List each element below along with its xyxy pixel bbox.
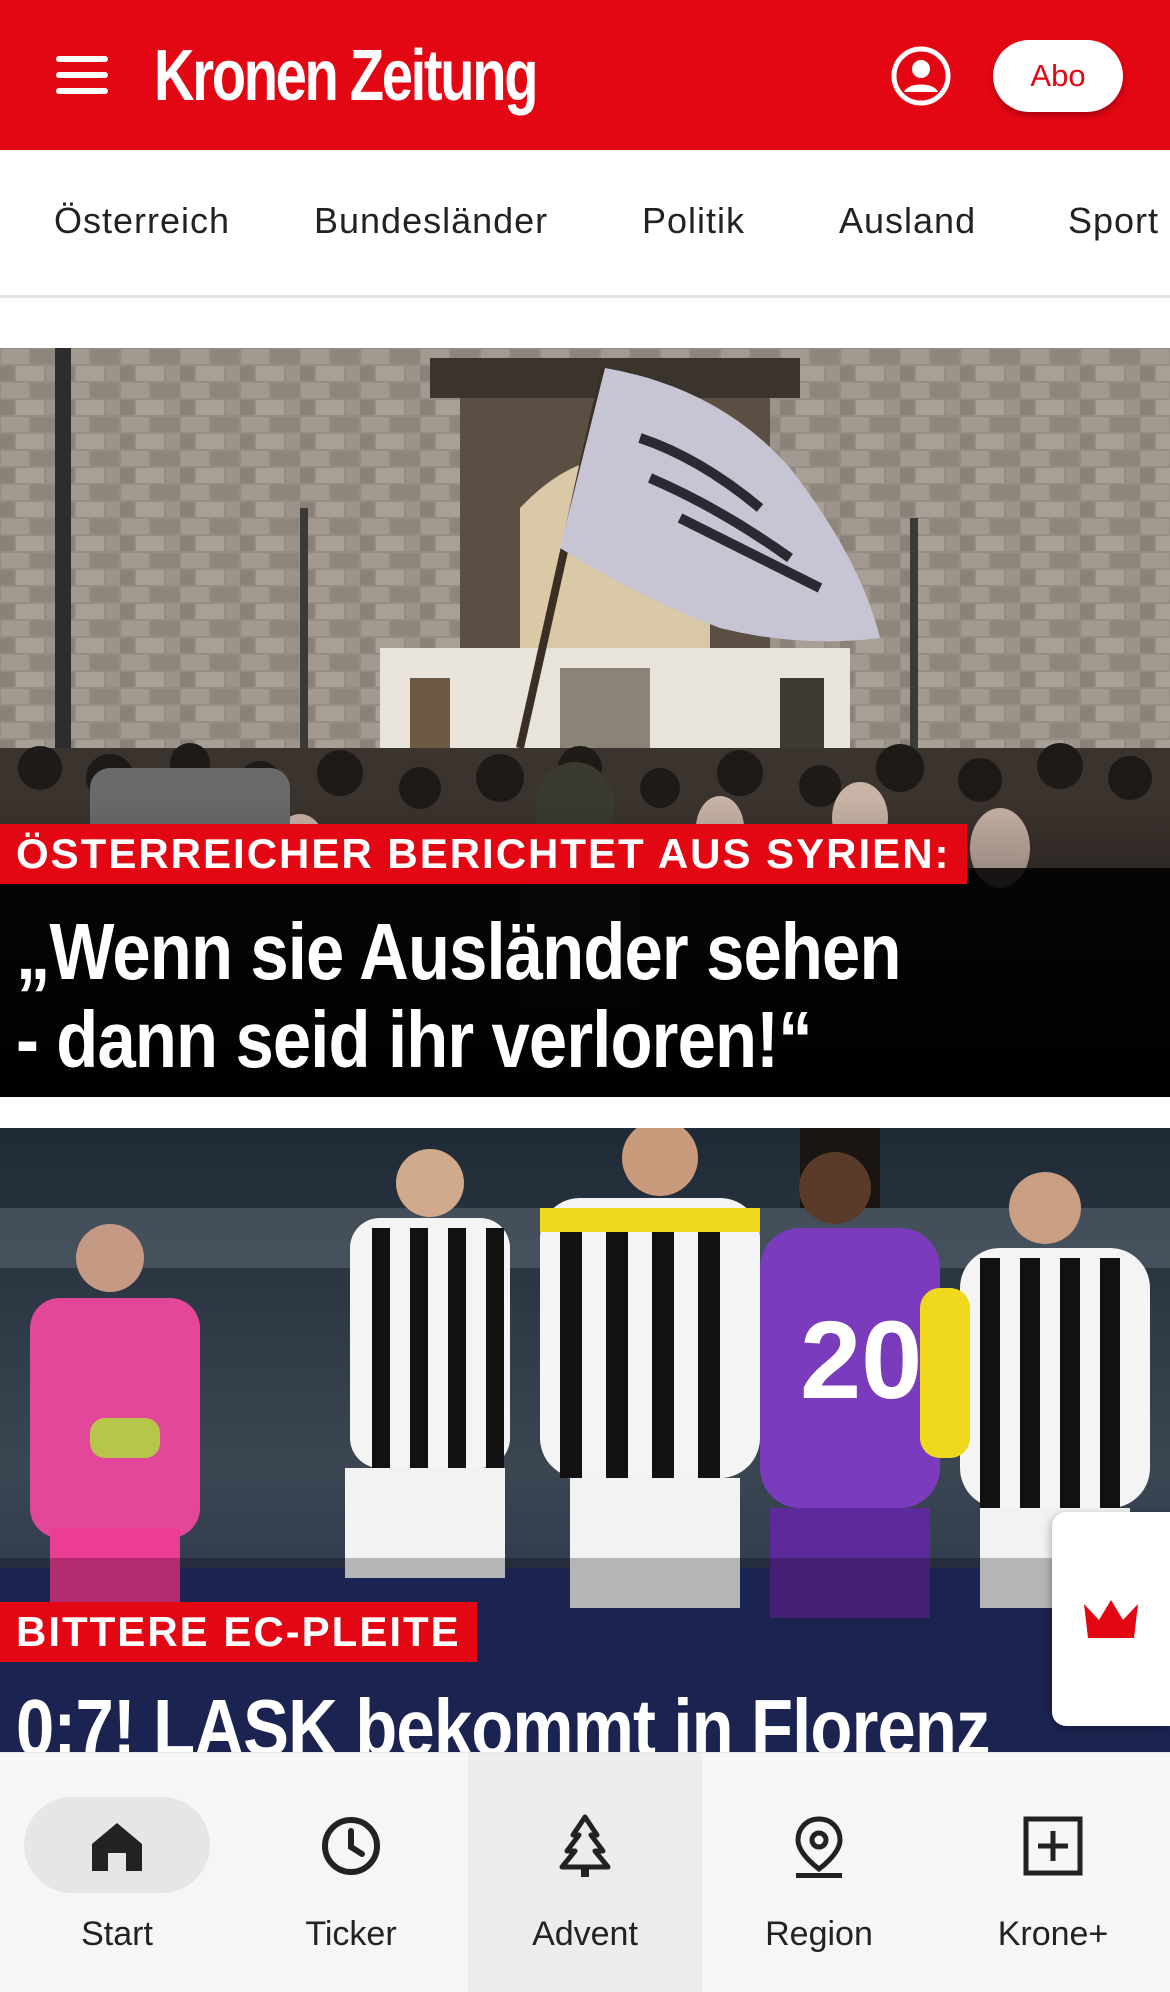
bottom-nav-label: Krone+ <box>997 1915 1109 1953</box>
article-card-syria[interactable]: ÖSTERREICHER BERICHTET AUS SYRIEN: „Wenn… <box>0 348 1170 1097</box>
article-headline: 0:7! LASK bekommt in Florenz <box>16 1683 990 1753</box>
krone-plus-widget[interactable] <box>1052 1512 1170 1726</box>
bottom-nav-ticker[interactable]: Ticker <box>234 1753 468 1992</box>
user-account-icon[interactable] <box>890 45 952 107</box>
abo-button[interactable]: Abo <box>993 40 1123 112</box>
tab-ausland[interactable]: Ausland <box>839 200 976 242</box>
bottom-nav-label: Advent <box>532 1915 638 1953</box>
article-headline: „Wenn sie Ausländer sehen <box>16 907 901 996</box>
bottom-nav-label: Ticker <box>305 1915 397 1953</box>
bottom-nav-krone-plus[interactable]: Krone+ <box>936 1753 1170 1992</box>
tab-oesterreich[interactable]: Österreich <box>54 200 230 242</box>
crown-icon <box>1084 1600 1138 1638</box>
tab-politik[interactable]: Politik <box>642 200 745 242</box>
tab-sport[interactable]: Sport <box>1068 200 1159 242</box>
tab-bundeslaender[interactable]: Bundesländer <box>314 200 548 242</box>
article-kicker: ÖSTERREICHER BERICHTET AUS SYRIEN: <box>0 824 967 884</box>
christmas-tree-icon <box>559 1814 611 1877</box>
bottom-nav-start[interactable]: Start <box>0 1753 234 1992</box>
bottom-nav-label: Start <box>81 1915 153 1953</box>
plus-square-icon <box>1023 1816 1083 1876</box>
article-card-lask[interactable]: 20 BITTERE EC-PLEITE 0:7! LASK bekommt i… <box>0 1128 1170 1752</box>
bottom-nav-advent[interactable]: Advent <box>468 1753 702 1992</box>
bottom-nav-region[interactable]: Region <box>702 1753 936 1992</box>
article-headline-line2: - dann seid ihr verloren!“ <box>16 995 813 1084</box>
bottom-nav-label: Region <box>765 1915 873 1953</box>
clock-icon <box>322 1817 380 1875</box>
bottom-navigation: Start Ticker Advent Region Krone+ <box>0 1752 1170 1992</box>
home-icon <box>92 1823 142 1871</box>
location-pin-icon <box>795 1816 843 1878</box>
top-header: Kronen Zeitung Abo <box>0 0 1170 150</box>
hamburger-menu-icon[interactable] <box>52 52 114 98</box>
svg-text:20: 20 <box>800 1299 922 1422</box>
category-tabs: Österreich Bundesländer Politik Ausland … <box>0 150 1170 298</box>
article-kicker: BITTERE EC-PLEITE <box>0 1602 477 1662</box>
site-logo[interactable]: Kronen Zeitung <box>154 36 539 116</box>
